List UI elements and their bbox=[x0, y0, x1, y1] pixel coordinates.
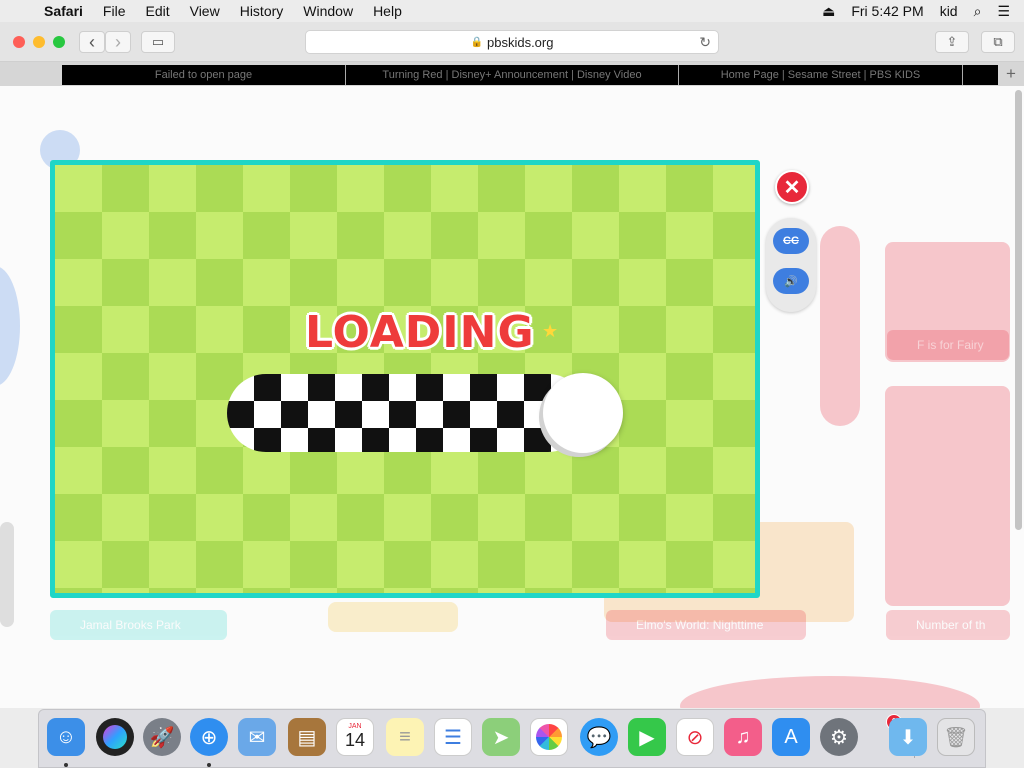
menu-history[interactable]: History bbox=[230, 3, 294, 19]
background-label[interactable]: Number of th bbox=[886, 610, 1010, 640]
photos-icon[interactable] bbox=[530, 718, 568, 756]
background-decoration bbox=[820, 226, 860, 426]
closed-captions-icon: CC bbox=[783, 235, 799, 247]
tabs-icon: ⧉ bbox=[993, 34, 1003, 49]
star-icon: ★ bbox=[542, 321, 559, 341]
background-label[interactable]: Jamal Brooks Park bbox=[50, 610, 227, 640]
tab-title: Home Page | Sesame Street | PBS KIDS bbox=[720, 69, 921, 81]
closed-captions-button[interactable]: CC bbox=[773, 228, 809, 254]
loading-progress-knob bbox=[543, 373, 623, 453]
eject-icon[interactable]: ⏏ bbox=[822, 3, 835, 20]
finder-icon[interactable]: ☺ bbox=[47, 718, 85, 756]
menu-app-name[interactable]: Safari bbox=[40, 3, 93, 19]
menu-view[interactable]: View bbox=[180, 3, 230, 19]
siri-icon[interactable] bbox=[96, 718, 134, 756]
safari-icon[interactable]: ⊕ bbox=[190, 718, 228, 756]
notes-icon[interactable]: ≡ bbox=[386, 718, 424, 756]
share-button[interactable]: ⇪ bbox=[935, 31, 969, 53]
menu-bar: Safari File Edit View History Window Hel… bbox=[0, 0, 1024, 22]
menu-edit[interactable]: Edit bbox=[135, 3, 179, 19]
minimize-window-button[interactable] bbox=[33, 36, 45, 48]
page-content: F is for Fairy Jamal Brooks Park Elmo's … bbox=[0, 86, 1024, 708]
show-tabs-button[interactable]: ⧉ bbox=[981, 31, 1015, 53]
calendar-icon[interactable]: JAN 14 bbox=[336, 718, 374, 756]
menubar-clock[interactable]: Fri 5:42 PM bbox=[851, 3, 923, 19]
loading-title: LOADING bbox=[305, 307, 535, 358]
menu-file[interactable]: File bbox=[93, 3, 136, 19]
tab-overflow bbox=[963, 65, 998, 85]
sidebar-icon: ▭ bbox=[151, 34, 165, 49]
reload-icon[interactable]: ↻ bbox=[699, 34, 711, 51]
launchpad-icon[interactable]: 🚀 bbox=[143, 718, 181, 756]
running-indicator bbox=[207, 763, 211, 767]
calendar-month: JAN bbox=[348, 723, 362, 730]
reminders-icon[interactable]: ☰ bbox=[434, 718, 472, 756]
menu-window[interactable]: Window bbox=[293, 3, 363, 19]
new-tab-button[interactable]: + bbox=[998, 62, 1024, 86]
facetime-icon[interactable]: ▶ bbox=[628, 718, 666, 756]
music-icon[interactable]: ♫ bbox=[724, 718, 762, 756]
close-game-button[interactable]: ✕ bbox=[775, 170, 809, 204]
tab-sesame-street[interactable]: Home Page | Sesame Street | PBS KIDS bbox=[679, 65, 963, 85]
background-label[interactable]: Elmo's World: Nighttime bbox=[606, 610, 806, 640]
back-button[interactable]: ‹ bbox=[79, 31, 105, 53]
tab-turning-red[interactable]: Turning Red | Disney+ Announcement | Dis… bbox=[346, 65, 679, 85]
tab-bar: Failed to open page Turning Red | Disney… bbox=[0, 62, 1024, 86]
loading-progress-bar bbox=[227, 374, 587, 452]
messages-icon[interactable]: 💬 bbox=[580, 718, 618, 756]
browser-toolbar: ‹ › ▭ 🔒 pbskids.org ↻ ⇪ ⧉ bbox=[0, 22, 1024, 62]
speaker-icon: 🔊 bbox=[784, 275, 798, 288]
calendar-day: 14 bbox=[344, 730, 366, 750]
background-card[interactable] bbox=[328, 602, 458, 632]
menu-help[interactable]: Help bbox=[363, 3, 412, 19]
trash-icon[interactable]: 🗑 bbox=[937, 718, 975, 756]
game-controls: CC 🔊 bbox=[766, 218, 816, 312]
maps-icon[interactable]: ➤ bbox=[482, 718, 520, 756]
sound-button[interactable]: 🔊 bbox=[773, 268, 809, 294]
address-url: pbskids.org bbox=[486, 34, 554, 50]
close-icon: ✕ bbox=[783, 176, 801, 199]
chevron-left-icon: ‹ bbox=[89, 31, 95, 52]
dock: ☺ 🚀 ⊕ ✉ ▤ JAN 14 ≡ ☰ ➤ 💬 ▶ ⊘ ♫ A ⚙ 1 ⬇ 🗑 bbox=[38, 709, 986, 768]
forward-button[interactable]: › bbox=[105, 31, 131, 53]
lock-icon: 🔒 bbox=[470, 36, 483, 48]
system-preferences-icon[interactable]: ⚙ bbox=[820, 718, 858, 756]
tab-title: Failed to open page bbox=[154, 69, 253, 81]
address-bar[interactable]: 🔒 pbskids.org ↻ bbox=[305, 30, 719, 54]
share-icon: ⇪ bbox=[946, 34, 958, 49]
background-card[interactable] bbox=[885, 386, 1010, 606]
downloads-folder-icon[interactable]: ⬇ bbox=[889, 718, 927, 756]
page-scrollbar[interactable] bbox=[1015, 90, 1022, 530]
tab-failed-to-open[interactable]: Failed to open page bbox=[62, 65, 346, 85]
news-icon[interactable]: ⊘ bbox=[676, 718, 714, 756]
menubar-user[interactable]: kid bbox=[940, 3, 958, 19]
close-window-button[interactable] bbox=[13, 36, 25, 48]
sidebar-button[interactable]: ▭ bbox=[141, 31, 175, 53]
game-loading-panel: LOADING ★ bbox=[50, 160, 760, 598]
spotlight-search-icon[interactable]: ⌕ bbox=[974, 3, 982, 20]
background-decoration bbox=[0, 266, 20, 386]
running-indicator bbox=[64, 763, 68, 767]
tab-title: Turning Red | Disney+ Announcement | Dis… bbox=[382, 69, 642, 81]
notification-center-icon[interactable]: ☰ bbox=[997, 3, 1010, 20]
background-decoration bbox=[680, 676, 980, 708]
background-card-label: F is for Fairy bbox=[887, 330, 1009, 360]
chevron-right-icon: › bbox=[115, 31, 121, 52]
mail-icon[interactable]: ✉ bbox=[238, 718, 276, 756]
background-decoration bbox=[0, 522, 14, 627]
zoom-window-button[interactable] bbox=[53, 36, 65, 48]
app-store-icon[interactable]: A bbox=[772, 718, 810, 756]
contacts-icon[interactable]: ▤ bbox=[288, 718, 326, 756]
